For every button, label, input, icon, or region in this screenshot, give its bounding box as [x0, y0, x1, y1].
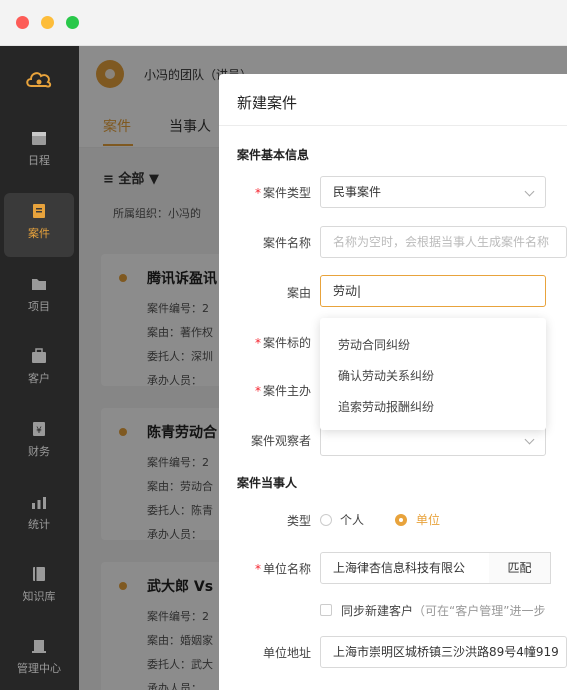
cause-option[interactable]: 劳动合同纠纷	[338, 336, 410, 353]
folder-icon	[32, 279, 46, 290]
building-icon	[32, 640, 46, 653]
minimize-window-button[interactable]	[41, 16, 54, 29]
host-label: * 案件主办	[254, 384, 311, 398]
sidebar-item-schedule[interactable]: 日程	[4, 120, 74, 184]
case-type-value: 民事案件	[333, 185, 382, 199]
radio-individual[interactable]	[320, 514, 332, 526]
app-logo-icon	[26, 72, 52, 88]
party-type-label: 类型	[286, 514, 311, 528]
modal-header: 新建案件	[219, 74, 567, 126]
new-case-modal: 新建案件 案件基本信息 * 案件类型 民事案件 案件名称 名称为空时，会根据当事人…	[219, 74, 567, 690]
svg-text:¥: ¥	[36, 426, 42, 436]
sidebar-item-statistics[interactable]: 统计	[4, 484, 74, 548]
book-icon	[33, 567, 45, 581]
sidebar-item-cases[interactable]: 案件	[4, 193, 74, 257]
section-parties: 案件当事人	[237, 476, 298, 490]
sidebar-item-finance[interactable]: ¥ 财务	[4, 411, 74, 475]
client-icon	[32, 348, 46, 363]
unit-address-input[interactable]: 上海市崇明区城桥镇三沙洪路89号4幢919	[320, 636, 567, 668]
sidebar-item-knowledge[interactable]: 知识库	[4, 556, 74, 620]
cause-option[interactable]: 追索劳动报酬纠纷	[338, 398, 434, 415]
case-name-label: 案件名称	[262, 236, 311, 250]
case-type-label: * 案件类型	[254, 186, 311, 200]
sidebar-item-label: 日程	[28, 154, 50, 167]
unit-address-label: 单位地址	[262, 646, 311, 660]
close-window-button[interactable]	[16, 16, 29, 29]
cause-options-dropdown: 劳动合同纠纷 确认劳动关系纠纷 追索劳动报酬纠纷	[320, 318, 546, 430]
unit-name-label: * 单位名称	[254, 562, 311, 576]
radio-individual-label[interactable]: 个人	[340, 511, 364, 528]
modal-title: 新建案件	[237, 94, 298, 112]
sidebar-item-label: 知识库	[22, 590, 56, 603]
sidebar-item-label: 统计	[28, 518, 50, 531]
maximize-window-button[interactable]	[66, 16, 79, 29]
unit-name-input[interactable]: 上海律杏信息科技有限公	[320, 552, 490, 584]
window-titlebar	[0, 0, 567, 46]
chevron-down-icon	[524, 434, 535, 445]
sync-client-label: 同步新建客户（可在“客户管理”进一步	[341, 604, 546, 618]
case-icon	[33, 204, 45, 218]
finance-icon: ¥	[33, 422, 45, 436]
sidebar-item-admin[interactable]: 管理中心	[4, 628, 74, 690]
sidebar-item-label: 财务	[28, 445, 50, 458]
case-name-input[interactable]: 名称为空时，会根据当事人生成案件名称	[320, 226, 567, 258]
sidebar-item-label: 管理中心	[17, 662, 61, 675]
cause-input[interactable]: 劳动|	[320, 275, 546, 307]
chart-icon	[32, 497, 46, 509]
calendar-icon	[32, 132, 46, 145]
subject-label: * 案件标的	[254, 336, 311, 350]
cause-value: 劳动	[333, 284, 358, 298]
section-basic-info: 案件基本信息	[237, 148, 310, 162]
sidebar-item-label: 案件	[28, 227, 50, 240]
radio-organization-label[interactable]: 单位	[416, 511, 440, 528]
observer-label: 案件观察者	[250, 434, 311, 448]
cause-label: 案由	[286, 286, 311, 300]
sidebar-item-projects[interactable]: 项目	[4, 266, 74, 330]
match-button[interactable]: 匹配	[489, 552, 551, 584]
sidebar-item-label: 项目	[28, 300, 50, 313]
chevron-down-icon	[524, 186, 535, 197]
sidebar-item-clients[interactable]: 客户	[4, 338, 74, 402]
case-type-select[interactable]: 民事案件	[320, 176, 546, 208]
radio-organization[interactable]	[395, 514, 407, 526]
cause-option[interactable]: 确认劳动关系纠纷	[338, 367, 434, 384]
sync-client-checkbox[interactable]	[320, 604, 332, 616]
sidebar-item-label: 客户	[28, 372, 50, 385]
sidebar: 日程 案件 项目 客户 ¥ 财务 统计 知识库 管理中心	[0, 46, 79, 690]
